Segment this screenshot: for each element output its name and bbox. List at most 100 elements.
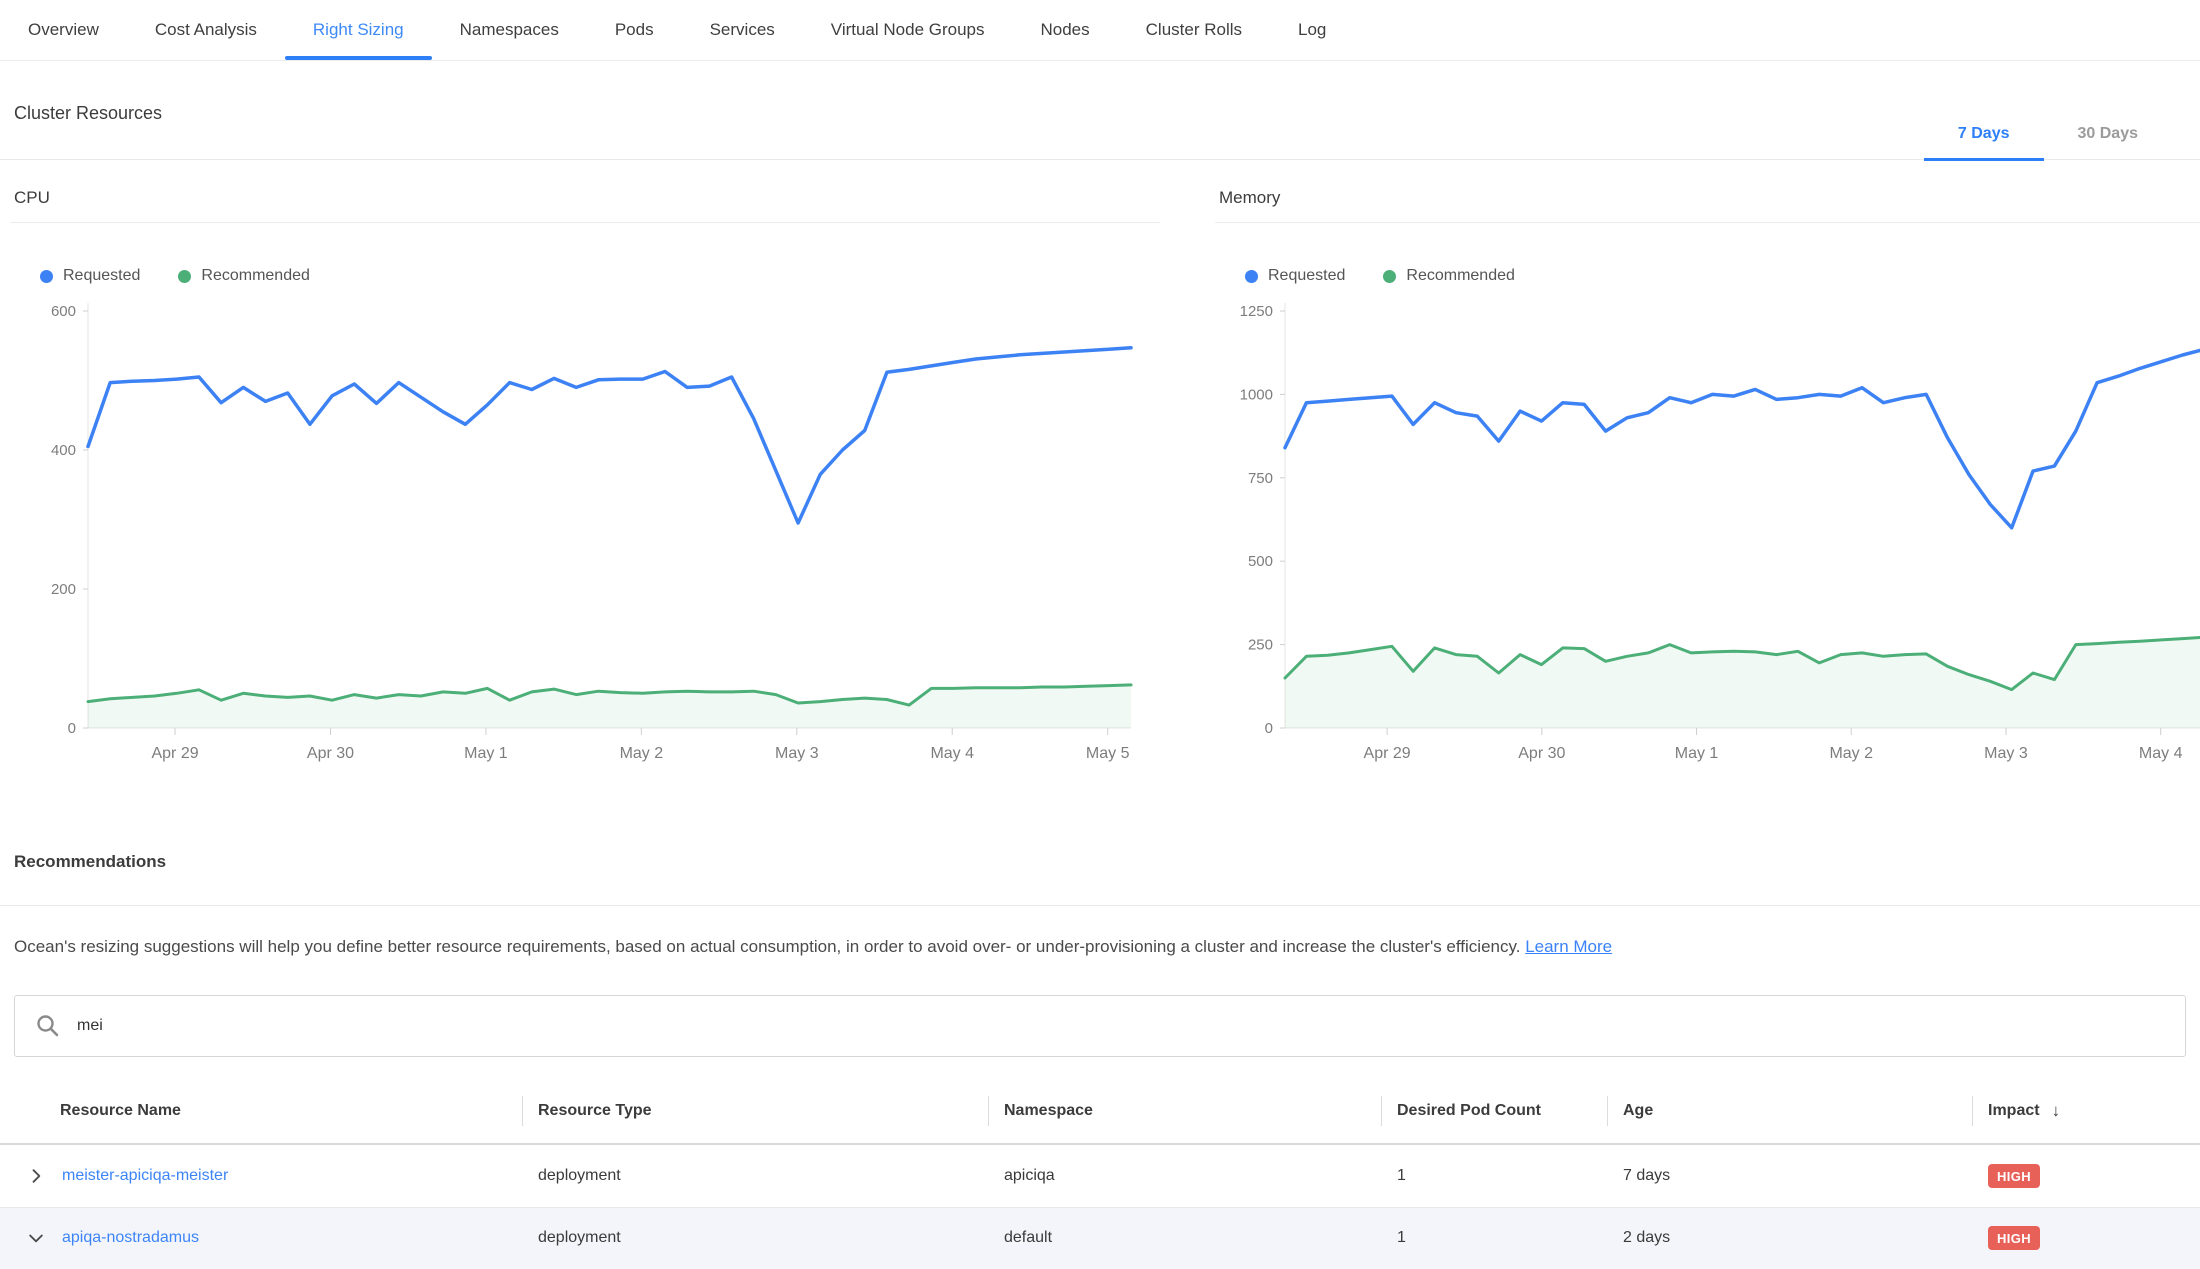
- tab-right-sizing[interactable]: Right Sizing: [285, 0, 432, 60]
- column-header-desired-pod-count[interactable]: Desired Pod Count: [1381, 1102, 1607, 1120]
- column-header-label: Resource Name: [60, 1102, 181, 1120]
- tab-cluster-rolls[interactable]: Cluster Rolls: [1118, 0, 1270, 60]
- period-toggle: 7 Days30 Days: [1924, 125, 2172, 161]
- svg-text:200: 200: [51, 581, 76, 598]
- column-header-resource-type[interactable]: Resource Type: [522, 1102, 988, 1120]
- svg-text:May 4: May 4: [2139, 745, 2183, 762]
- memory-chart-block: Memory Requested Recommended 0 250 500 750 10…: [1215, 188, 2200, 763]
- requested-legend-dot-icon: [40, 270, 53, 283]
- tab-virtual-node-groups[interactable]: Virtual Node Groups: [803, 0, 1013, 60]
- svg-text:750: 750: [1248, 470, 1273, 487]
- cpu-chart-title: CPU: [10, 188, 1160, 223]
- svg-text:May 2: May 2: [620, 745, 664, 762]
- legend-label: Requested: [63, 267, 140, 285]
- resource-name-link[interactable]: meister-apiciqa-meister: [62, 1167, 228, 1185]
- chevron-down-icon[interactable]: [26, 1228, 46, 1248]
- table-row: meister-apiciqa-meister deploymentapiciqa…: [0, 1145, 2200, 1207]
- cluster-resources-title: Cluster Resources: [14, 103, 162, 124]
- age-cell: 2 days: [1607, 1229, 1972, 1247]
- tab-log[interactable]: Log: [1270, 0, 1354, 60]
- recommended-legend-dot-icon: [1383, 270, 1396, 283]
- memory-chart-legend: Requested Recommended: [1245, 267, 2200, 285]
- resource-search-box[interactable]: [14, 995, 2186, 1057]
- impact-cell: HIGH: [1972, 1226, 2200, 1250]
- cpu-chart-legend: Requested Recommended: [40, 267, 1160, 285]
- tab-nodes[interactable]: Nodes: [1013, 0, 1118, 60]
- chevron-right-icon[interactable]: [26, 1166, 46, 1186]
- tab-pods[interactable]: Pods: [587, 0, 682, 60]
- legend-label: Recommended: [1406, 267, 1515, 285]
- period-option-30-days[interactable]: 30 Days: [2044, 125, 2173, 161]
- legend-item-requested: Requested: [40, 267, 140, 285]
- table-header-row: Resource Name Resource Type Namespace Desir…: [0, 1079, 2200, 1145]
- recommendations-description: Ocean's resizing suggestions will help y…: [14, 936, 2186, 959]
- column-header-label: Resource Type: [538, 1102, 652, 1120]
- desired-pod-count-cell: 1: [1381, 1167, 1607, 1185]
- svg-text:May 2: May 2: [1829, 745, 1873, 762]
- column-header-resource-name[interactable]: Resource Name: [0, 1102, 522, 1120]
- learn-more-link[interactable]: Learn More: [1525, 937, 1612, 956]
- svg-text:0: 0: [1265, 720, 1273, 737]
- svg-text:1250: 1250: [1240, 303, 1273, 320]
- table-body: meister-apiciqa-meisterdeploymentapiciqa…: [0, 1145, 2200, 1269]
- charts-section: CPU Requested Recommended 0 200 400 600 Apr 2…: [0, 160, 2200, 800]
- legend-item-recommended: Recommended: [1383, 267, 1515, 285]
- sort-descending-icon[interactable]: ↓: [2052, 1101, 2061, 1121]
- svg-text:500: 500: [1248, 553, 1273, 570]
- impact-cell: HIGH: [1972, 1164, 2200, 1188]
- column-header-impact[interactable]: Impact ↓: [1972, 1101, 2200, 1121]
- svg-text:600: 600: [51, 303, 76, 320]
- recommendations-title: Recommendations: [14, 852, 166, 872]
- svg-text:May 5: May 5: [1086, 745, 1130, 762]
- recommended-legend-dot-icon: [178, 270, 191, 283]
- period-option-7-days[interactable]: 7 Days: [1924, 125, 2044, 161]
- legend-label: Requested: [1268, 267, 1345, 285]
- search-icon: [35, 1013, 61, 1039]
- resource-type-cell: deployment: [522, 1167, 988, 1185]
- cluster-resources-header: Cluster Resources 7 Days30 Days: [0, 61, 2200, 160]
- recommendations-description-text: Ocean's resizing suggestions will help y…: [14, 937, 1520, 956]
- column-header-label: Impact: [1988, 1102, 2040, 1120]
- recommendations-header: Recommendations: [0, 800, 2200, 906]
- tab-namespaces[interactable]: Namespaces: [432, 0, 587, 60]
- svg-text:0: 0: [68, 720, 76, 737]
- resource-name-link[interactable]: apiqa-nostradamus: [62, 1229, 199, 1247]
- column-header-age[interactable]: Age: [1607, 1102, 1972, 1120]
- requested-line: [88, 348, 1131, 523]
- cpu-chart-block: CPU Requested Recommended 0 200 400 600 Apr 2…: [10, 188, 1160, 763]
- cpu-chart: 0200400600Apr 29Apr 30May 1May 2May 3May…: [10, 291, 1160, 763]
- svg-text:Apr 29: Apr 29: [151, 745, 198, 762]
- svg-text:May 1: May 1: [1675, 745, 1719, 762]
- resource-type-cell: deployment: [522, 1229, 988, 1247]
- svg-text:1000: 1000: [1240, 386, 1273, 403]
- svg-text:400: 400: [51, 442, 76, 459]
- impact-badge: HIGH: [1988, 1226, 2040, 1250]
- svg-text:May 1: May 1: [464, 745, 508, 762]
- memory-chart-title: Memory: [1215, 188, 2200, 223]
- search-input[interactable]: [75, 1016, 2165, 1036]
- resource-name-cell: apiqa-nostradamus: [0, 1228, 522, 1248]
- svg-text:250: 250: [1248, 637, 1273, 654]
- age-cell: 7 days: [1607, 1167, 1972, 1185]
- tab-services[interactable]: Services: [682, 0, 803, 60]
- column-header-namespace[interactable]: Namespace: [988, 1102, 1381, 1120]
- tab-overview[interactable]: Overview: [0, 0, 127, 60]
- namespace-cell: apiciqa: [988, 1167, 1381, 1185]
- requested-legend-dot-icon: [1245, 270, 1258, 283]
- svg-text:May 3: May 3: [775, 745, 819, 762]
- legend-item-recommended: Recommended: [178, 267, 310, 285]
- table-row: apiqa-nostradamusdeploymentdefault12 day…: [0, 1207, 2200, 1269]
- svg-text:Apr 30: Apr 30: [1518, 745, 1565, 762]
- resource-name-cell: meister-apiciqa-meister: [0, 1166, 522, 1186]
- legend-label: Recommended: [201, 267, 310, 285]
- column-header-label: Namespace: [1004, 1102, 1093, 1120]
- column-header-label: Age: [1623, 1102, 1653, 1120]
- desired-pod-count-cell: 1: [1381, 1229, 1607, 1247]
- svg-text:May 4: May 4: [930, 745, 974, 762]
- top-tab-bar: OverviewCost AnalysisRight SizingNamespa…: [0, 0, 2200, 61]
- svg-text:Apr 29: Apr 29: [1364, 745, 1411, 762]
- impact-badge: HIGH: [1988, 1164, 2040, 1188]
- tab-cost-analysis[interactable]: Cost Analysis: [127, 0, 285, 60]
- memory-chart: 0 250 500 750 1000 1250 Apr 29 Apr 30 May 1 May 2…: [1215, 291, 2200, 763]
- svg-text:May 3: May 3: [1984, 745, 2028, 762]
